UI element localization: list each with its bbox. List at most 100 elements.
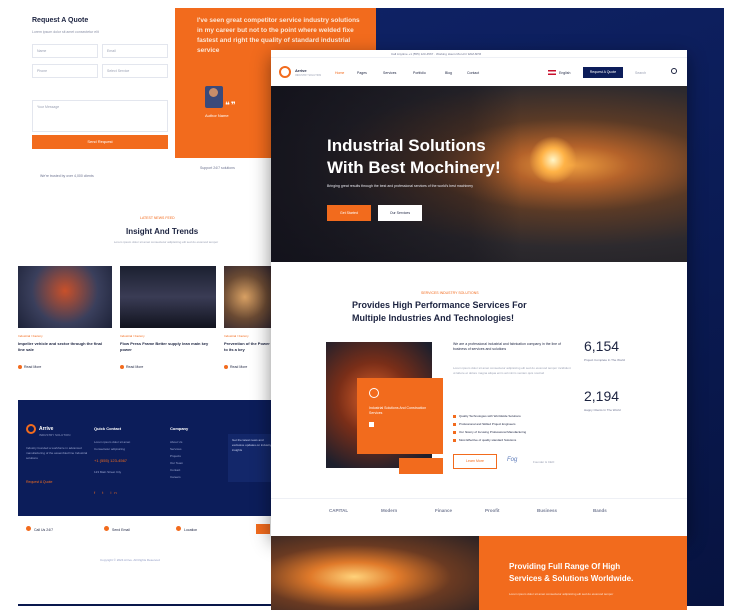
logo-icon[interactable] [279, 66, 291, 78]
footer-contact-item: Lorem ipsum dolor sit amet [94, 440, 131, 444]
news-card-meta: Industrial / Factory [120, 334, 145, 338]
stat-value: 2,194 [584, 388, 620, 404]
nav-brand[interactable]: Arrive [295, 68, 307, 73]
furnace-image [271, 536, 479, 610]
search-input[interactable]: Search [635, 71, 646, 75]
feature-box-text: Industrial Solutions And Construction Se… [369, 406, 427, 415]
testimonial-avatar [205, 86, 223, 108]
services-body-text: Lorem ipsum dolor sit amet consectetur a… [453, 366, 571, 375]
news-card-title[interactable]: Flow Press Frame Better supply lean main… [120, 341, 214, 353]
read-more-link[interactable]: Read More [18, 365, 41, 369]
news-card-meta: Industrial / Factory [18, 334, 43, 338]
stat-label: Project Complete In The World [584, 358, 625, 362]
services-list-item: Quality Technologies with Worldwide Solu… [453, 414, 521, 418]
footer-link[interactable]: Contact [170, 468, 180, 472]
partner-logos: CAPITAL Modern Finance Proofit Business … [271, 498, 687, 524]
phone-icon [26, 526, 31, 531]
newsletter-box: Get the latest news and exclusive update… [228, 434, 276, 482]
message-field[interactable]: Your Message [32, 100, 168, 132]
learn-more-button[interactable]: Learn More [453, 454, 497, 469]
contact-bar-button[interactable] [256, 524, 270, 534]
request-quote-button[interactable]: Request A Quote [583, 67, 623, 78]
news-card-image[interactable] [18, 266, 112, 328]
main-page-mockup: Call Anytime +1 (555) 123-4567 · Working… [271, 50, 687, 536]
location-icon [176, 526, 181, 531]
social-icons[interactable]: f t in [94, 490, 120, 495]
contact-bar-item: Call Us 24/7 [34, 528, 54, 532]
form-subtitle: Lorem ipsum dolor sit amet consectetur e… [32, 30, 99, 34]
footer-quote-link[interactable]: Request A Quote [26, 480, 52, 484]
nav-item-portfolio[interactable]: Portfolio [413, 71, 426, 75]
news-card-title[interactable]: Impeller vehicle and sector through the … [18, 341, 110, 353]
footer: Arrive INDUSTRY SOLUTION Industry founde… [18, 400, 276, 516]
logo-icon [26, 424, 36, 434]
partner-logo: Business [537, 508, 558, 513]
support-text: Support 24/7 solutions [200, 166, 235, 170]
news-card-image[interactable] [120, 266, 216, 328]
stat-value: 6,154 [584, 338, 620, 354]
services-kicker: SERVICES INDUSTRY SOLUTIONS [421, 291, 479, 295]
news-card-title[interactable]: Prevention of the Power to its a key [224, 341, 272, 353]
nav-item-home[interactable]: Home [335, 71, 344, 75]
read-more-link[interactable]: Read More [120, 365, 143, 369]
services-title-line-2: Multiple Industries And Technologies! [352, 313, 515, 323]
cta-title-line-2: Services & Solutions Worldwide. [509, 574, 634, 583]
form-title: Request A Quote [32, 17, 89, 24]
footer-link[interactable]: Projects [170, 454, 181, 458]
name-field[interactable]: Name [32, 44, 98, 58]
services-list-item: Most Effective of quality standard Solut… [453, 438, 516, 442]
read-more-link[interactable]: Read More [224, 365, 247, 369]
flag-icon[interactable] [548, 70, 556, 75]
footer-col-heading: Company [170, 426, 189, 431]
services-description: We are a professional industrial and fab… [453, 342, 561, 351]
cta-title-line-1: Providing Full Range Of High [509, 562, 621, 571]
top-info-text: Call Anytime +1 (555) 123-4567 · Working… [391, 52, 482, 56]
send-request-button[interactable]: Send Request [32, 135, 168, 149]
news-card-image[interactable] [224, 266, 276, 328]
cta-subtitle: Lorem ipsum dolor sit amet consectetur a… [509, 592, 614, 596]
partner-logo: Bands [593, 508, 607, 513]
services-list-item: Our history of focusing Professional Man… [453, 430, 526, 434]
stat-label: Happy Clients In The World [584, 408, 621, 412]
nav-tagline: INDUSTRY SOLUTION [295, 74, 322, 77]
services-list-item: Professional and Skilled Project Enginee… [453, 422, 516, 426]
nav-item-pages[interactable]: Pages [357, 71, 367, 75]
insights-subtitle: Lorem ipsum dolor sit amet consectetur a… [113, 240, 219, 244]
email-field[interactable]: Email [102, 44, 168, 58]
footer-link[interactable]: Services [170, 447, 182, 451]
signature: Fog [507, 457, 518, 463]
footer-brand: Arrive [39, 426, 54, 432]
footer-link[interactable]: About Us [170, 440, 182, 444]
nav-item-contact[interactable]: Contact [467, 71, 479, 75]
cta-band: Providing Full Range Of High Services & … [479, 536, 687, 610]
search-icon[interactable] [671, 68, 677, 74]
nav-item-blog[interactable]: Blog [445, 71, 452, 75]
welding-spark [529, 136, 577, 184]
hero-title-line-1: Industrial Solutions [327, 136, 486, 155]
partner-logo: Finance [435, 508, 453, 513]
copyright: Copyright © 2024 Arrive. All Rights Rese… [100, 558, 160, 562]
footer-phone[interactable]: +1 (555) 123-4567 [94, 458, 127, 463]
get-started-button[interactable]: Get Started [327, 205, 371, 221]
language-selector[interactable]: English [559, 71, 570, 75]
contact-bar-item: Send Email [112, 528, 130, 532]
service-select[interactable]: Select Service [102, 64, 168, 78]
contact-bar [18, 516, 276, 550]
nav-item-services[interactable]: Services [383, 71, 396, 75]
footer-link[interactable]: Careers [170, 475, 181, 479]
footer-link[interactable]: Our Team [170, 461, 183, 465]
hero-title-line-2: With Best Mochinery! [327, 158, 501, 177]
insights-title: Insight And Trends [126, 227, 199, 236]
navbar: Arrive INDUSTRY SOLUTION Home Pages Serv… [271, 58, 687, 86]
phone-field[interactable]: Phone [32, 64, 98, 78]
search-icon [369, 388, 379, 398]
mail-icon [104, 526, 109, 531]
hero-subtitle: Bringing great results through the best … [327, 184, 473, 188]
contact-bar-item: Location [184, 528, 198, 532]
our-services-button[interactable]: Our Services [378, 205, 422, 221]
arrow-icon[interactable] [369, 422, 374, 427]
partner-logo: CAPITAL [329, 508, 349, 513]
testimonial-author: Author Name [205, 113, 229, 118]
insights-kicker: LATEST NEWS FEED [140, 216, 175, 220]
services-title-line-1: Provides High Performance Services For [352, 300, 527, 310]
